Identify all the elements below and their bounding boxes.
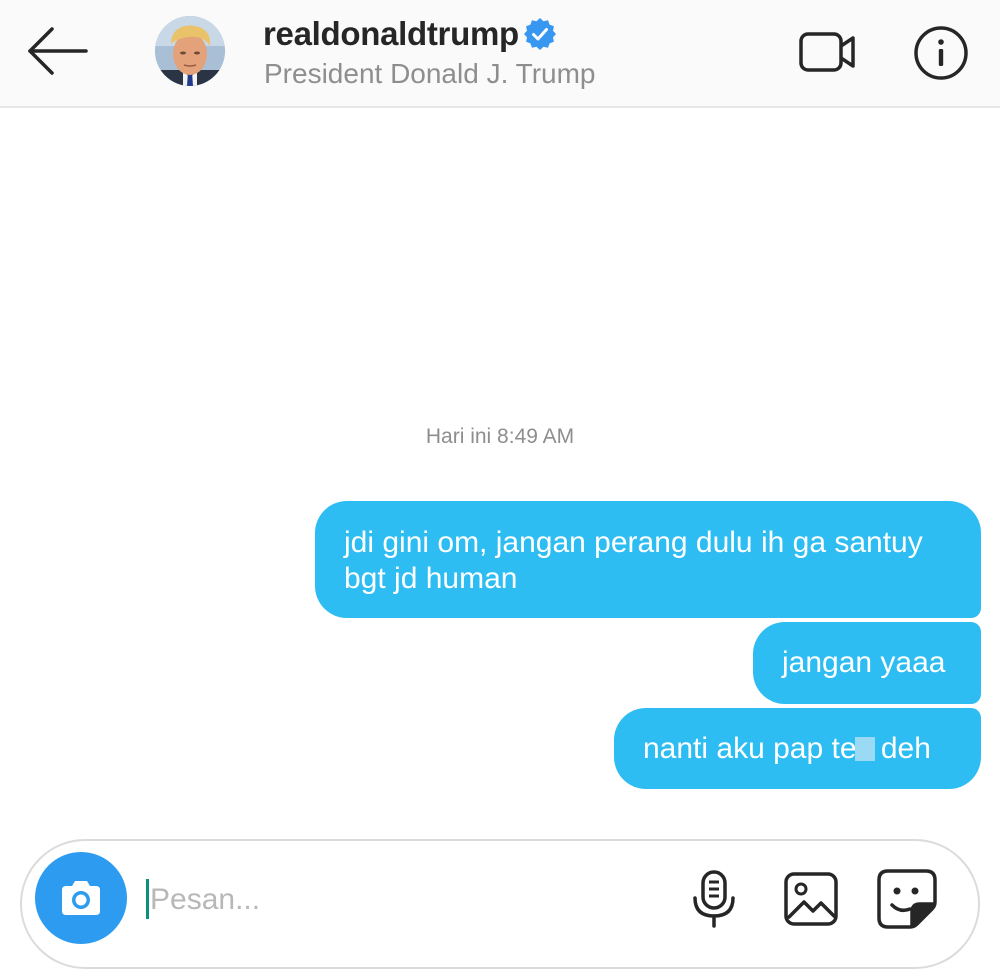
- voice-message-button[interactable]: [688, 866, 740, 932]
- chat-header: realdonaldtrump President Donald J. Trum…: [0, 0, 1000, 108]
- message-text: jangan yaaa: [782, 646, 946, 679]
- back-button[interactable]: [22, 18, 94, 84]
- info-button[interactable]: [910, 22, 972, 84]
- username-row[interactable]: realdonaldtrump: [263, 12, 557, 56]
- avatar[interactable]: [155, 16, 225, 86]
- message-input[interactable]: [150, 876, 650, 924]
- verified-badge-icon: [523, 17, 557, 51]
- message-text-after: deh: [880, 732, 931, 765]
- full-name: President Donald J. Trump: [264, 58, 596, 89]
- info-icon: [914, 26, 968, 80]
- sticker-icon: [877, 869, 937, 929]
- message-text: jdi gini om, jangan perang dulu ih ga sa…: [344, 526, 923, 595]
- arrow-left-icon: [28, 27, 88, 75]
- profile-photo: [155, 16, 225, 86]
- username: realdonaldtrump: [263, 15, 519, 52]
- message-bubble[interactable]: nanti aku pap te deh: [614, 708, 981, 789]
- image-icon: [784, 872, 838, 926]
- video-camera-icon: [799, 32, 855, 72]
- camera-button[interactable]: [35, 852, 127, 944]
- censor-block: [854, 737, 875, 761]
- message-bubble[interactable]: jangan yaaa: [753, 622, 981, 704]
- camera-icon: [62, 881, 100, 915]
- sticker-button[interactable]: [874, 866, 940, 932]
- message-text-before: nanti aku pap te: [643, 732, 857, 765]
- video-call-button[interactable]: [796, 22, 862, 82]
- text-caret: [146, 879, 149, 919]
- microphone-icon: [693, 870, 735, 928]
- gallery-button[interactable]: [780, 868, 842, 930]
- message-timestamp: Hari ini 8:49 AM: [425, 425, 575, 448]
- message-bubble[interactable]: jdi gini om, jangan perang dulu ih ga sa…: [315, 501, 981, 618]
